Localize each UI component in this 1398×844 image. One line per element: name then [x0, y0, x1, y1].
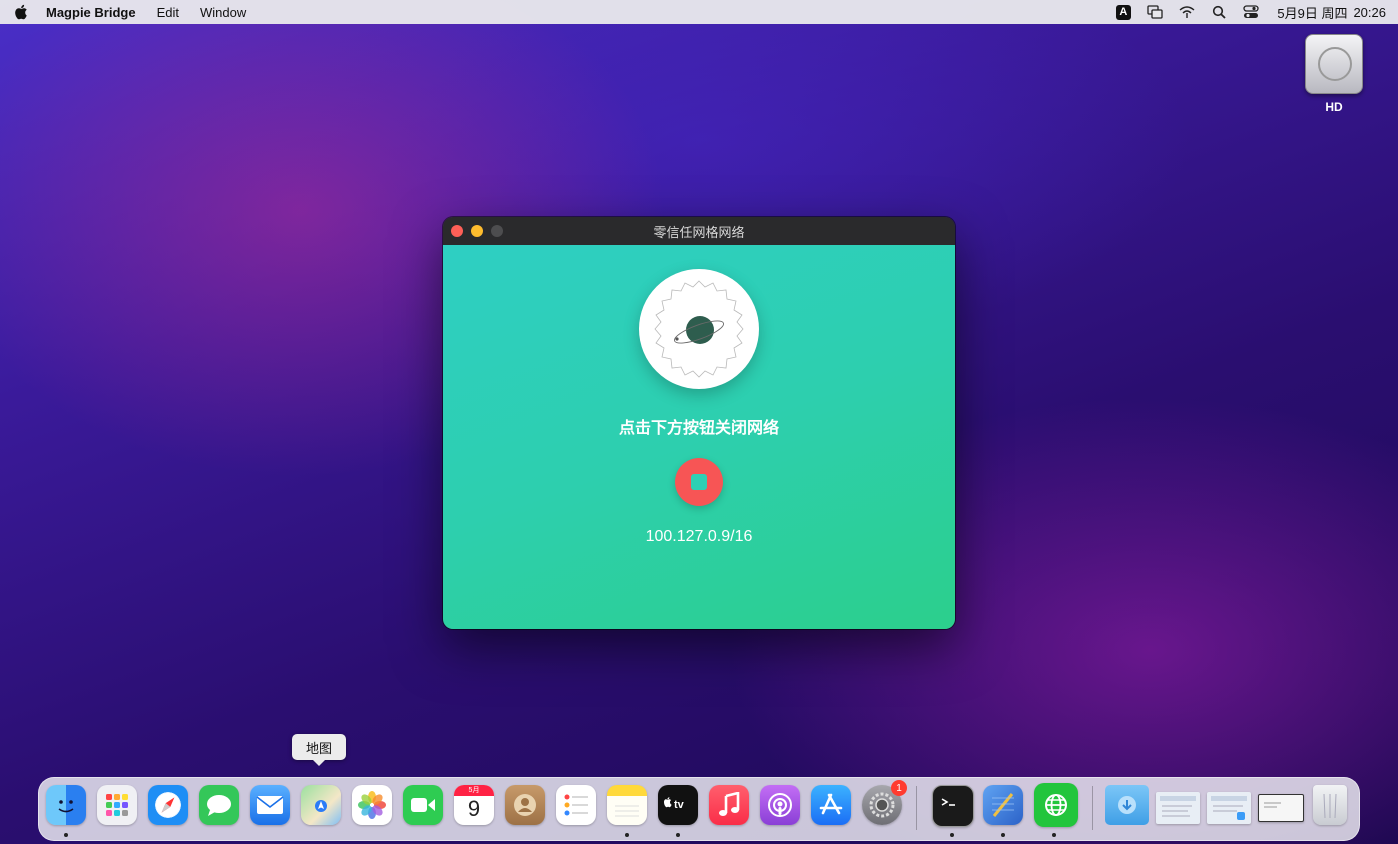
facetime-icon[interactable]	[403, 785, 443, 825]
drive-label: HD	[1325, 100, 1343, 114]
window-titlebar[interactable]: 零信任网格网络	[443, 217, 955, 245]
control-center-icon[interactable]	[1243, 4, 1260, 20]
wifi-icon[interactable]	[1179, 4, 1195, 20]
app-window: 零信任网格网络 点击下方按钮关闭网络 100.127.0.9/16	[443, 217, 955, 629]
safari-icon[interactable]	[148, 785, 188, 825]
running-indicator	[625, 833, 629, 837]
dock-separator	[1092, 786, 1093, 830]
xcode-icon[interactable]	[983, 785, 1023, 825]
ip-address: 100.127.0.9/16	[645, 528, 753, 545]
traffic-lights	[451, 225, 503, 237]
search-icon[interactable]	[1211, 4, 1227, 20]
apple-tv-icon[interactable]: tv	[658, 785, 698, 825]
stop-icon	[691, 474, 707, 490]
desktop-drive-hd[interactable]: HD	[1302, 34, 1366, 114]
running-indicator	[676, 833, 680, 837]
input-source-icon[interactable]: A	[1115, 4, 1131, 20]
window-thumbnail-3-icon[interactable]	[1258, 794, 1304, 822]
menu-app-name[interactable]: Magpie Bridge	[46, 5, 136, 20]
running-indicator	[1001, 833, 1005, 837]
app-logo	[639, 269, 759, 389]
window-thumbnail-2-icon[interactable]	[1207, 792, 1251, 824]
calendar-day: 9	[467, 796, 481, 821]
magpie-bridge-icon[interactable]	[1034, 783, 1078, 827]
menu-bar: Magpie Bridge Edit Window A 5月9日 周四 20:2…	[0, 0, 1398, 24]
window-content: 点击下方按钮关闭网络 100.127.0.9/16	[443, 245, 955, 629]
status-headline: 点击下方按钮关闭网络	[618, 420, 779, 437]
terminal-icon[interactable]	[932, 785, 974, 827]
close-button[interactable]	[451, 225, 463, 237]
system-preferences-icon[interactable]: 1	[862, 780, 907, 825]
finder-icon[interactable]	[46, 785, 86, 825]
calendar-month: 5月	[454, 785, 494, 796]
messages-icon[interactable]	[199, 785, 239, 825]
running-indicator	[64, 833, 68, 837]
stop-network-button[interactable]	[675, 458, 723, 506]
input-source-letter: A	[1115, 4, 1131, 20]
trash-icon[interactable]	[1313, 785, 1347, 825]
menu-time[interactable]: 20:26	[1353, 5, 1386, 20]
window-thumbnail-1-icon[interactable]	[1156, 792, 1200, 824]
photos-icon[interactable]	[352, 785, 392, 825]
window-title: 零信任网格网络	[653, 224, 745, 240]
maps-icon[interactable]	[301, 785, 341, 825]
dock: 5月 9 tv 1	[38, 777, 1360, 841]
menu-window[interactable]: Window	[200, 5, 246, 20]
app-store-icon[interactable]	[811, 785, 851, 825]
notes-icon[interactable]	[607, 785, 647, 825]
downloads-folder-icon[interactable]	[1105, 785, 1149, 825]
contacts-icon[interactable]	[505, 785, 545, 825]
tooltip-label: 地图	[305, 740, 332, 756]
planet-gear-icon	[654, 280, 744, 378]
dock-separator	[916, 786, 917, 830]
hard-drive-icon	[1305, 34, 1363, 94]
running-indicator	[950, 833, 954, 837]
launchpad-icon[interactable]	[97, 785, 137, 825]
minimize-button[interactable]	[471, 225, 483, 237]
menu-edit[interactable]: Edit	[157, 5, 179, 20]
podcasts-icon[interactable]	[760, 785, 800, 825]
music-icon[interactable]	[709, 785, 749, 825]
calendar-icon[interactable]: 5月 9	[454, 785, 494, 825]
running-indicator	[1052, 833, 1056, 837]
mail-icon[interactable]	[250, 785, 290, 825]
menu-date[interactable]: 5月9日 周四	[1277, 3, 1347, 22]
svg-text:tv: tv	[674, 799, 685, 811]
notification-badge: 1	[891, 780, 907, 796]
dock-tooltip: 地图	[292, 734, 346, 766]
apple-icon[interactable]	[14, 4, 28, 20]
zoom-button-disabled	[491, 225, 503, 237]
reminders-icon[interactable]	[556, 785, 596, 825]
display-icon[interactable]	[1147, 4, 1164, 20]
